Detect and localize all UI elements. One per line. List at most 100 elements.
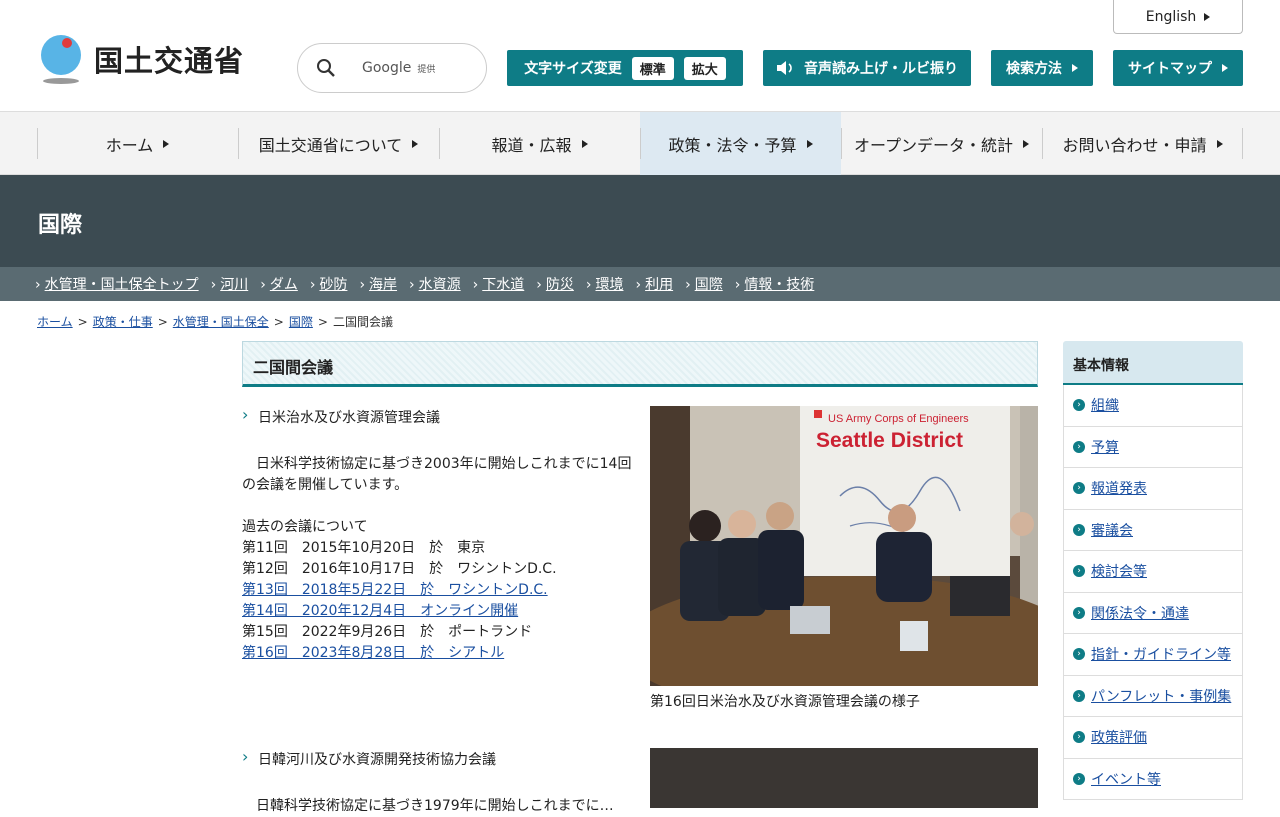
- sub-nav-link[interactable]: 下水道: [473, 274, 524, 294]
- triangle-right-icon: [1072, 64, 1078, 72]
- triangle-right-icon: [1204, 12, 1211, 21]
- photo-caption: 第16回日米治水及び水資源管理会議の様子: [650, 694, 920, 710]
- font-size-standard-button[interactable]: 標準: [631, 56, 674, 80]
- sidebar-item-link[interactable]: イベント等: [1091, 769, 1161, 789]
- gnav-opendata[interactable]: オープンデータ・統計: [841, 112, 1042, 175]
- sidebar-item[interactable]: › イベント等: [1064, 759, 1242, 800]
- section-intro: 日韓科学技術協定に基づき1979年に開始しこれまでに…: [242, 798, 614, 814]
- sidebar-item[interactable]: › 検討会等: [1064, 551, 1242, 593]
- search-howto-label: 検索方法: [1006, 61, 1062, 77]
- breadcrumb-current: 二国間会議: [332, 315, 393, 329]
- category-band: 国際: [0, 175, 1280, 267]
- sidebar-item-link[interactable]: 関係法令・通達: [1091, 603, 1189, 623]
- main-content: 二国間会議 日米治水及び水資源管理会議 日米科学技術協定に基づき2003年に開始…: [242, 341, 1038, 814]
- sidebar: 基本情報 › 組織 › 予算 › 報道発表 › 審議会 › 検討会等 › 関係法令・通達 ›…: [1063, 341, 1243, 800]
- sub-nav-link[interactable]: 水資源: [409, 274, 461, 294]
- speaker-icon: [777, 61, 792, 75]
- sub-nav-link[interactable]: 環境: [586, 274, 623, 294]
- sidebar-item[interactable]: › 関係法令・通達: [1064, 593, 1242, 634]
- triangle-right-icon: [163, 139, 170, 148]
- sub-nav-link[interactable]: ダム: [260, 274, 298, 294]
- breadcrumb-link[interactable]: 国際: [289, 315, 313, 329]
- sub-nav-link[interactable]: 河川: [211, 274, 248, 294]
- chevron-circle-icon: ›: [1073, 565, 1085, 578]
- meeting-link[interactable]: 第14回 2020年12月4日 オンライン開催: [242, 601, 632, 622]
- sidebar-item[interactable]: › 指針・ガイドライン等: [1064, 634, 1242, 676]
- english-link[interactable]: English: [1113, 0, 1243, 34]
- sidebar-item[interactable]: › 政策評価: [1064, 717, 1242, 759]
- meeting-item: 第11回 2015年10月20日 於 東京: [242, 540, 486, 556]
- gnav-contact[interactable]: お問い合わせ・申請: [1042, 112, 1243, 175]
- breadcrumb-link[interactable]: ホーム: [37, 315, 73, 329]
- global-nav: ホーム 国土交通省について 報道・広報 政策・法令・予算 オープンデータ・統計 …: [0, 112, 1280, 175]
- sub-nav-link[interactable]: 利用: [635, 274, 673, 294]
- chevron-circle-icon: ›: [1073, 731, 1085, 744]
- font-size-large-button[interactable]: 拡大: [683, 56, 726, 80]
- gnav-press[interactable]: 報道・広報: [439, 112, 640, 175]
- english-label: English: [1145, 8, 1197, 25]
- site-logo[interactable]: 国土交通省: [36, 33, 244, 85]
- sub-nav-link[interactable]: 情報・技術: [735, 274, 814, 294]
- gnav-home[interactable]: ホーム: [37, 112, 238, 175]
- sub-nav-link[interactable]: 国際: [685, 274, 723, 294]
- breadcrumb-link[interactable]: 水管理・国土保全: [173, 315, 269, 329]
- chevron-circle-icon: ›: [1073, 482, 1085, 495]
- meeting-item: 第15回 2022年9月26日 於 ポートランド: [242, 624, 533, 640]
- gnav-about[interactable]: 国土交通省について: [238, 112, 439, 175]
- chevron-circle-icon: ›: [1073, 606, 1085, 619]
- site-header: 国土交通省 Google 提供 English 文字サイズ変更 標準 拡大 音声読…: [0, 0, 1280, 112]
- sidebar-item[interactable]: › パンフレット・事例集: [1064, 676, 1242, 717]
- gnav-label: ホーム: [105, 135, 154, 155]
- meeting-link[interactable]: 第13回 2018年5月22日 於 ワシントンD.C.: [242, 580, 632, 601]
- sidebar-item-link[interactable]: 指針・ガイドライン等: [1091, 644, 1231, 664]
- site-logo-text: 国土交通省: [94, 44, 245, 78]
- sidebar-item[interactable]: › 審議会: [1064, 510, 1242, 551]
- site-search-box[interactable]: Google 提供: [297, 43, 487, 93]
- sidebar-item[interactable]: › 報道発表: [1064, 468, 1242, 510]
- page-title: 二国間会議: [242, 341, 1038, 387]
- chevron-circle-icon: ›: [1073, 440, 1085, 453]
- triangle-right-icon: [1023, 139, 1030, 148]
- sidebar-item-link[interactable]: 報道発表: [1091, 478, 1147, 498]
- meeting-photo-image: US Army Corps of Engineers Seattle Distr…: [650, 406, 1038, 686]
- section-body: 日米科学技術協定に基づき2003年に開始しこれまでに14回の会議を開催しています…: [242, 454, 632, 664]
- meeting-link[interactable]: 第16回 2023年8月28日 於 シアトル: [242, 643, 632, 664]
- sub-nav: 水管理・国土保全トップ 河川 ダム 砂防 海岸 水資源 下水道 防災 環境 利用…: [0, 267, 1280, 301]
- sub-nav-link[interactable]: 水管理・国土保全トップ: [35, 274, 199, 294]
- section-japan-korea: 日韓河川及び水資源開発技術協力会議 日韓科学技術協定に基づき1979年に開始しこ…: [242, 747, 1038, 817]
- breadcrumb-sep: >: [317, 315, 328, 329]
- sub-nav-link[interactable]: 砂防: [310, 274, 347, 294]
- sub-nav-link[interactable]: 海岸: [359, 274, 397, 294]
- gnav-label: 政策・法令・予算: [668, 135, 797, 155]
- gnav-policy[interactable]: 政策・法令・予算: [640, 112, 841, 175]
- sidebar-item-link[interactable]: 政策評価: [1091, 727, 1147, 747]
- gnav-label: お問い合わせ・申請: [1062, 135, 1207, 155]
- gnav-label: オープンデータ・統計: [853, 135, 1014, 155]
- sidebar-item-link[interactable]: 検討会等: [1091, 561, 1147, 581]
- sidebar-item[interactable]: › 予算: [1064, 427, 1242, 468]
- sidebar-item[interactable]: › 組織: [1064, 385, 1242, 427]
- chevron-circle-icon: ›: [1073, 523, 1085, 536]
- category-title: 国際: [38, 213, 83, 238]
- voice-ruby-button[interactable]: 音声読み上げ・ルビ振り: [763, 50, 971, 86]
- gnav-label: 国土交通省について: [258, 135, 403, 155]
- triangle-right-icon: [806, 139, 813, 148]
- sitemap-label: サイトマップ: [1128, 61, 1212, 77]
- sitemap-button[interactable]: サイトマップ: [1113, 50, 1243, 86]
- meeting-item: 第12回 2016年10月17日 於 ワシントンD.C.: [242, 561, 557, 577]
- sidebar-item-link[interactable]: パンフレット・事例集: [1091, 686, 1231, 706]
- voice-ruby-label: 音声読み上げ・ルビ振り: [804, 61, 958, 77]
- sidebar-item-link[interactable]: 予算: [1091, 437, 1119, 457]
- section-us-japan: 日米治水及び水資源管理会議 日米科学技術協定に基づき2003年に開始しこれまでに…: [242, 405, 1038, 710]
- sidebar-item-link[interactable]: 組織: [1091, 395, 1119, 415]
- google-branding: Google 提供: [362, 60, 436, 76]
- meeting-photo: [650, 748, 1038, 808]
- triangle-right-icon: [1216, 139, 1223, 148]
- sub-nav-link[interactable]: 防災: [536, 274, 574, 294]
- breadcrumb-link[interactable]: 政策・仕事: [93, 315, 153, 329]
- search-icon: [317, 59, 335, 77]
- chevron-circle-icon: ›: [1073, 399, 1085, 412]
- search-howto-button[interactable]: 検索方法: [991, 50, 1093, 86]
- sidebar-item-link[interactable]: 審議会: [1091, 520, 1133, 540]
- gnav-label: 報道・広報: [491, 135, 572, 155]
